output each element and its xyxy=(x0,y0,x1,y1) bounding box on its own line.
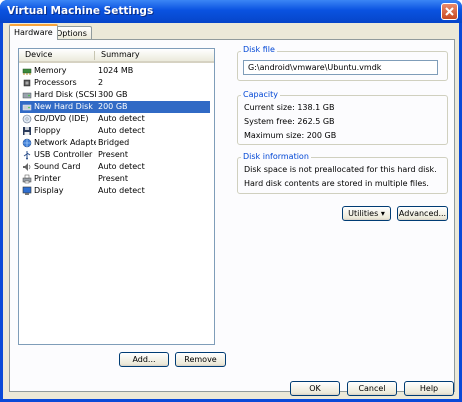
device-summary: Auto detect xyxy=(98,126,145,135)
network-adapter-icon xyxy=(22,138,32,148)
device-name: USB Controller xyxy=(34,150,93,159)
disk-information-group xyxy=(237,157,448,194)
column-header-summary[interactable]: Summary xyxy=(95,49,140,61)
processor-icon xyxy=(22,78,32,88)
dropdown-arrow-icon: ▾ xyxy=(380,209,385,218)
disk-file-label: Disk file xyxy=(241,45,277,54)
device-summary: Auto detect xyxy=(98,114,145,123)
cd-dvd-icon xyxy=(22,114,32,124)
window-title: Virtual Machine Settings xyxy=(7,5,154,17)
utilities-label: Utilities xyxy=(348,209,379,218)
device-name: Network Adapter xyxy=(34,138,96,147)
device-row-memory[interactable]: Memory 1024 MB xyxy=(20,65,210,77)
device-name: Printer xyxy=(34,174,61,183)
dialog-body: Hardware Options Device Summary Memory 1… xyxy=(3,23,459,399)
device-row-printer[interactable]: Printer Present xyxy=(20,173,210,185)
device-summary: Bridged xyxy=(98,138,130,147)
device-summary: Present xyxy=(98,174,129,183)
ok-button[interactable]: OK xyxy=(290,381,340,396)
cancel-button[interactable]: Cancel xyxy=(347,381,397,396)
close-button[interactable] xyxy=(441,3,458,20)
utilities-button[interactable]: Utilities ▾ xyxy=(342,206,391,221)
device-row-floppy[interactable]: Floppy Auto detect xyxy=(20,125,210,137)
device-name: Floppy xyxy=(34,126,61,135)
device-list[interactable]: Device Summary Memory 1024 MB Processors… xyxy=(18,48,215,345)
usb-icon xyxy=(22,150,32,160)
device-summary: Auto detect xyxy=(98,162,145,171)
device-row-display[interactable]: Display Auto detect xyxy=(20,185,210,197)
column-header-device[interactable]: Device xyxy=(19,49,52,61)
device-row-new-hard-disk[interactable]: New Hard Disk ... 200 GB xyxy=(20,101,210,113)
tab-hardware[interactable]: Hardware xyxy=(9,24,58,40)
device-name: CD/DVD (IDE) xyxy=(34,114,89,123)
device-name: Memory xyxy=(34,66,67,75)
list-header: Device Summary xyxy=(19,49,214,63)
device-row-hard-disk-scsi[interactable]: Hard Disk (SCSI) 300 GB xyxy=(20,89,210,101)
device-summary: Present xyxy=(98,150,129,159)
device-row-processors[interactable]: Processors 2 xyxy=(20,77,210,89)
device-name: Sound Card xyxy=(34,162,81,171)
hard-disk-icon xyxy=(22,102,32,112)
current-size-text: Current size: 138.1 GB xyxy=(244,103,335,112)
memory-icon xyxy=(22,66,32,76)
disk-information-label: Disk information xyxy=(241,152,311,161)
device-name: New Hard Disk ... xyxy=(34,102,96,111)
disk-info-line-1: Disk space is not preallocated for this … xyxy=(244,165,437,174)
device-summary: 1024 MB xyxy=(98,66,134,75)
hard-disk-icon xyxy=(22,90,32,100)
device-summary: 300 GB xyxy=(98,90,128,99)
device-row-cd-dvd[interactable]: CD/DVD (IDE) Auto detect xyxy=(20,113,210,125)
device-summary: Auto detect xyxy=(98,186,145,195)
add-device-button[interactable]: Add... xyxy=(119,352,169,367)
device-row-sound-card[interactable]: Sound Card Auto detect xyxy=(20,161,210,173)
device-row-usb-controller[interactable]: USB Controller Present xyxy=(20,149,210,161)
title-bar[interactable]: Virtual Machine Settings xyxy=(0,0,462,23)
help-button[interactable]: Help xyxy=(404,381,454,396)
capacity-label: Capacity xyxy=(241,90,280,99)
device-name: Processors xyxy=(34,78,77,87)
device-name: Hard Disk (SCSI) xyxy=(34,90,96,99)
floppy-icon xyxy=(22,126,32,136)
hardware-panel: Device Summary Memory 1024 MB Processors… xyxy=(9,39,455,392)
remove-device-button[interactable]: Remove xyxy=(175,352,226,367)
system-free-text: System free: 262.5 GB xyxy=(244,117,335,126)
disk-file-path-field[interactable]: G:\android\vmware\Ubuntu.vmdk xyxy=(243,60,438,75)
close-icon xyxy=(445,7,454,16)
printer-icon xyxy=(22,174,32,184)
maximum-size-text: Maximum size: 200 GB xyxy=(244,131,337,140)
device-row-network-adapter[interactable]: Network Adapter Bridged xyxy=(20,137,210,149)
device-summary: 200 GB xyxy=(98,102,128,111)
device-summary: 2 xyxy=(98,78,104,87)
sound-card-icon xyxy=(22,162,32,172)
settings-window: Virtual Machine Settings Hardware Option… xyxy=(0,0,462,402)
display-icon xyxy=(22,186,32,196)
device-name: Display xyxy=(34,186,64,195)
disk-info-line-2: Hard disk contents are stored in multipl… xyxy=(244,179,429,188)
advanced-button[interactable]: Advanced... xyxy=(397,206,448,221)
